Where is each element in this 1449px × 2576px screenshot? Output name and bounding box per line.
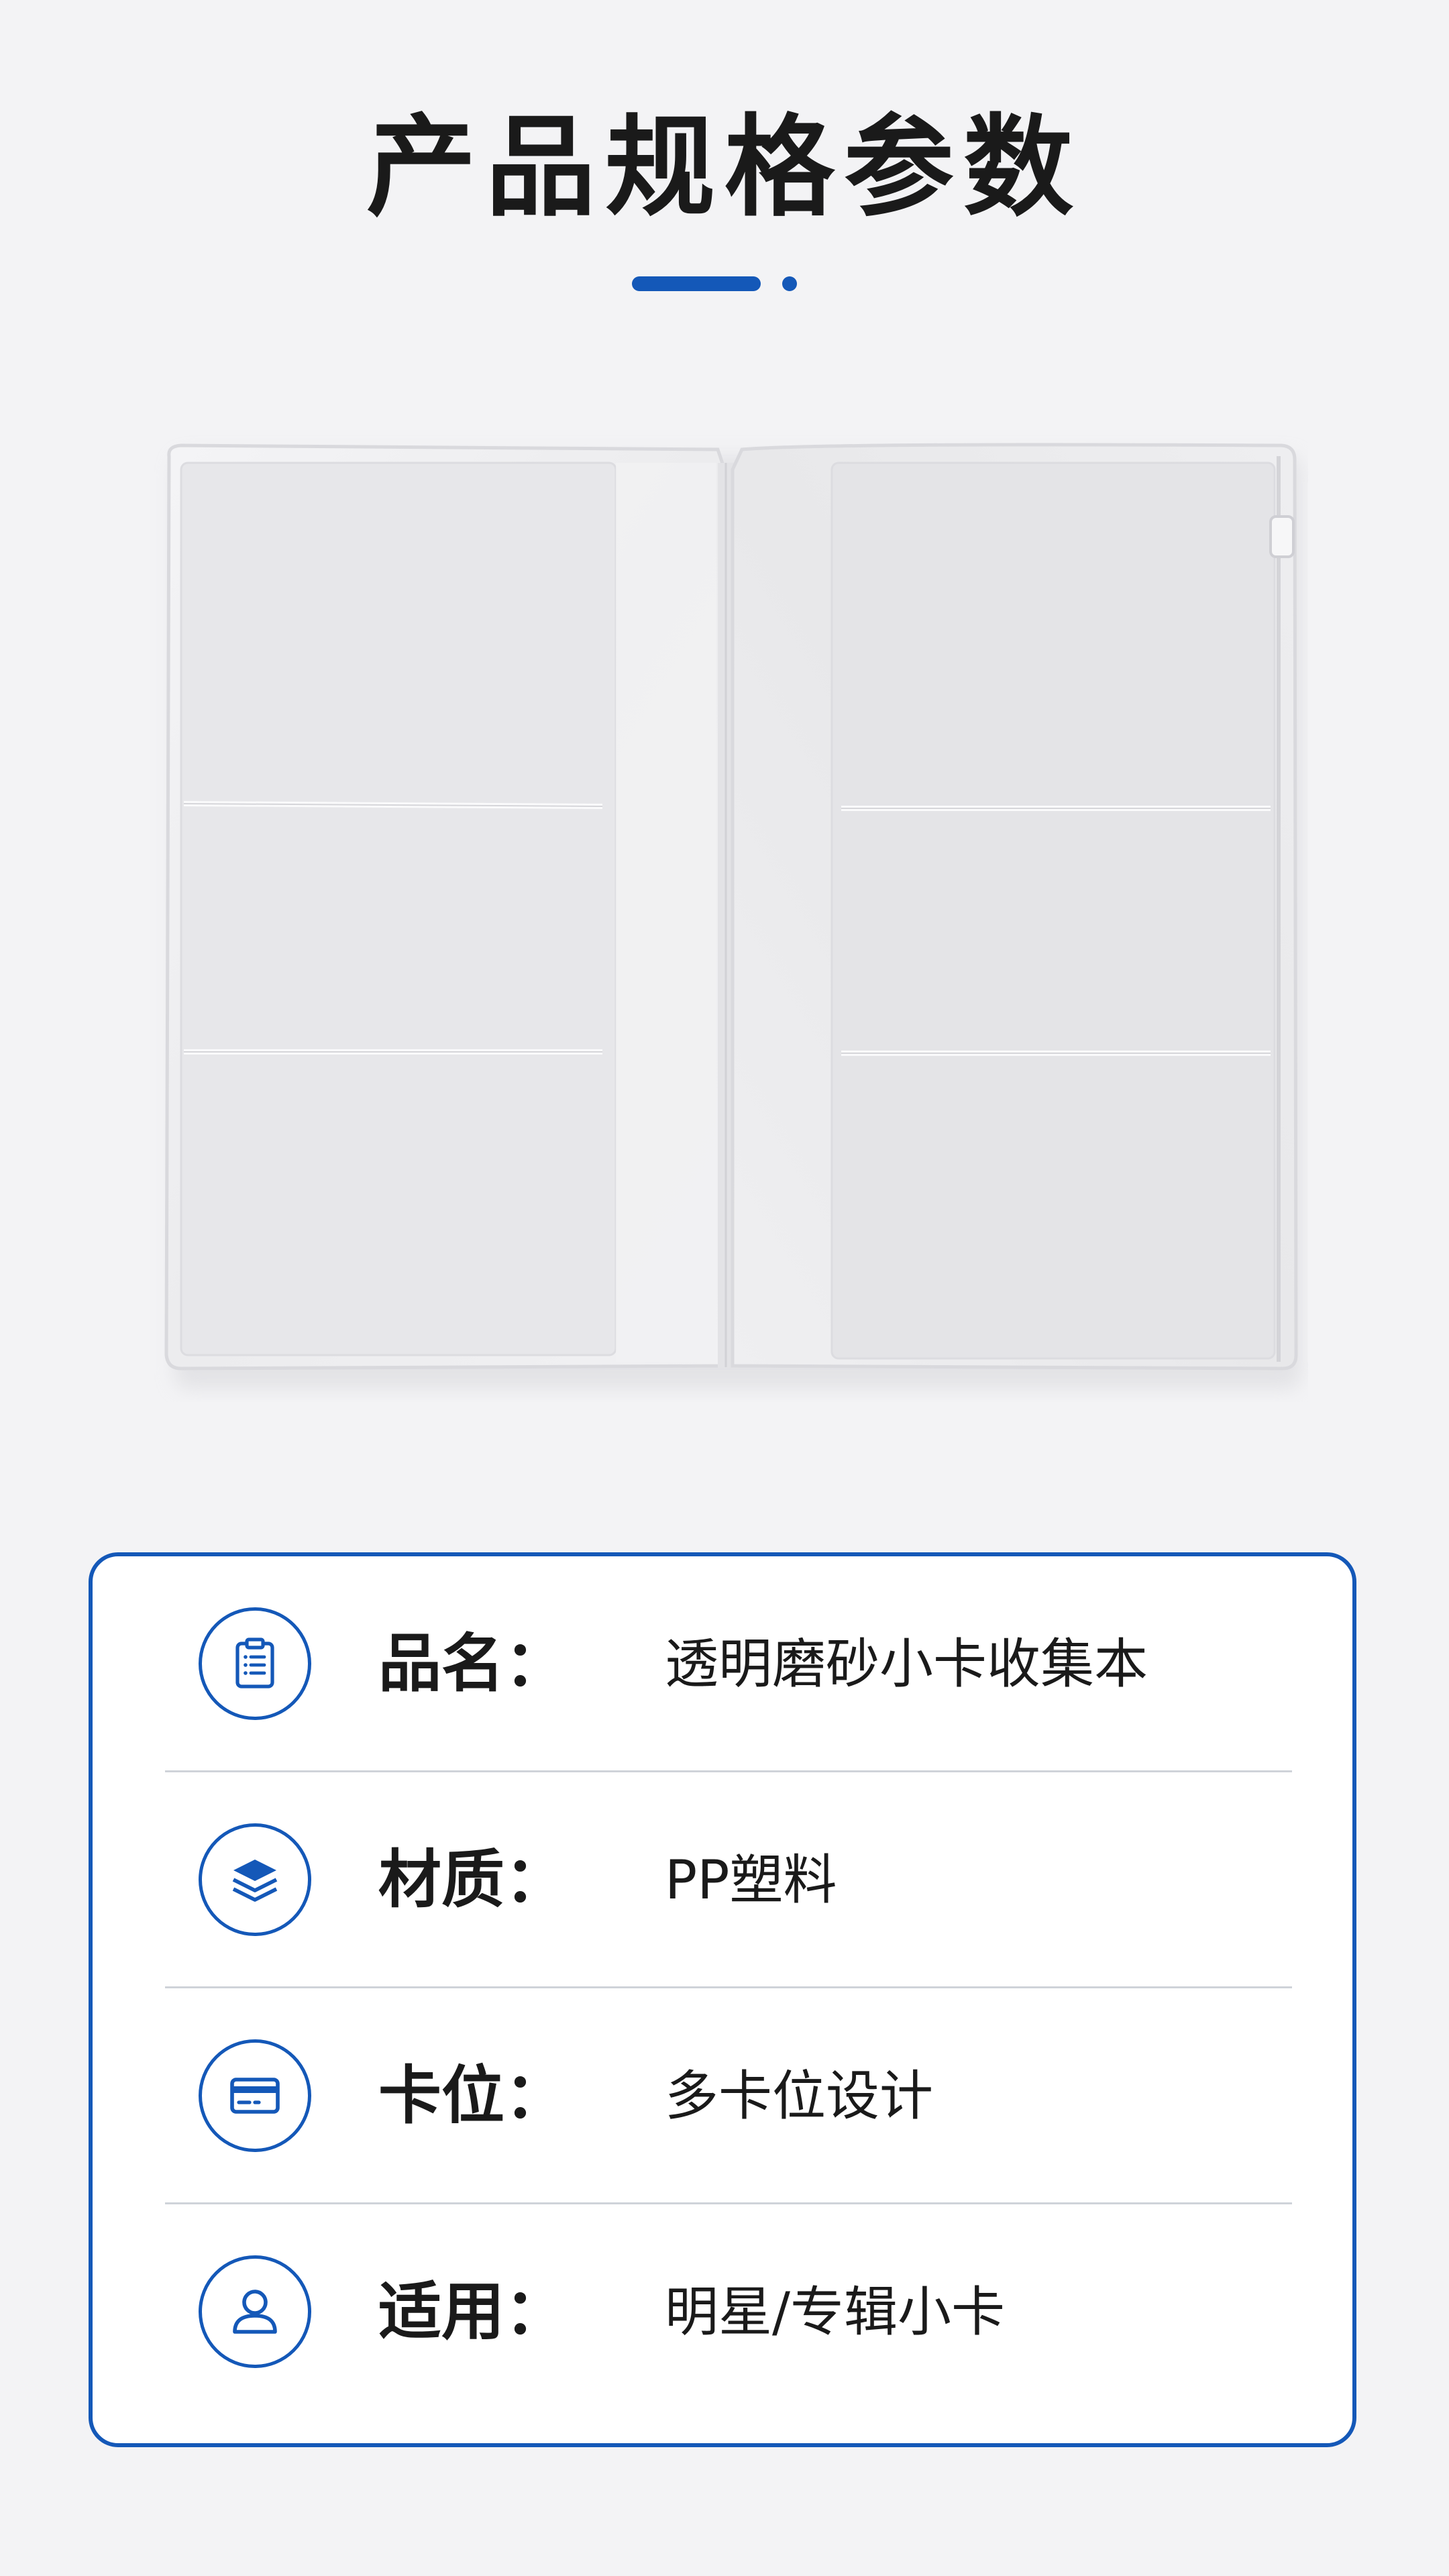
spec-label: 适用： [378, 2275, 568, 2349]
spec-value: 多卡位设计 [665, 2065, 933, 2127]
spec-label: 材质： [378, 1843, 568, 1917]
title-underline-bar [632, 276, 761, 291]
binder-right-cover [731, 443, 1298, 1371]
spec-value: 明星/专辑小卡 [665, 2281, 1005, 2343]
credit-card-icon [199, 2039, 311, 2152]
spec-label: 卡位： [378, 2059, 568, 2133]
spec-card: 品名： 透明磨砂小卡收集本 材质： PP塑料 卡位： 多卡位设计 适用： 明星/… [89, 1552, 1356, 2447]
layers-icon [199, 1823, 311, 1936]
spec-value: PP塑料 [665, 1849, 837, 1911]
page-title: 产品规格参数 [366, 103, 1083, 231]
title-underline-dot [782, 276, 797, 291]
spec-row-material: 材质： PP塑料 [165, 1772, 1292, 1988]
clipboard-list-icon [199, 1607, 311, 1720]
binder-left-cover [164, 443, 727, 1371]
spec-row-usage: 适用： 明星/专辑小卡 [165, 2204, 1292, 2420]
spec-row-name: 品名： 透明磨砂小卡收集本 [165, 1556, 1292, 1772]
spec-value: 透明磨砂小卡收集本 [665, 1633, 1148, 1695]
spec-row-slots: 卡位： 多卡位设计 [165, 1988, 1292, 2204]
user-icon [199, 2255, 311, 2368]
spec-label: 品名： [378, 1627, 568, 1701]
product-image [164, 443, 1301, 1389]
